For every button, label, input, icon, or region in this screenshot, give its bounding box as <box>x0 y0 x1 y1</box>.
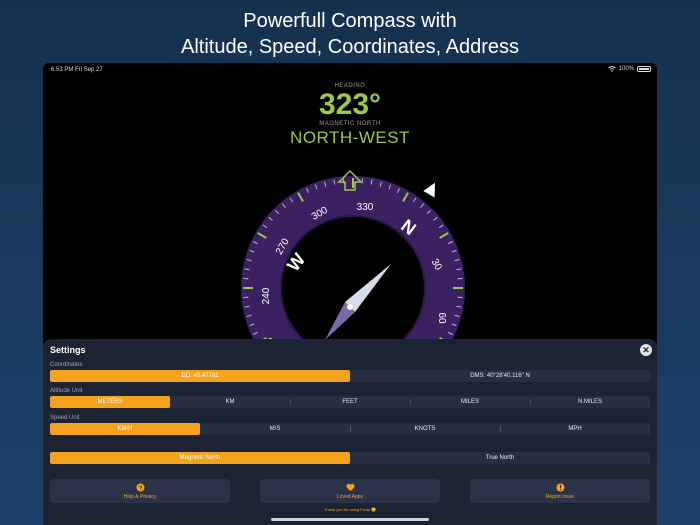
heading-value: 323° <box>318 88 382 121</box>
compass-pivot <box>347 304 353 310</box>
coordinates-option-dms[interactable]: DMS: 40°28'40.116" N <box>350 370 650 382</box>
speed-option-mph[interactable]: MPH <box>500 423 650 435</box>
question-circle-icon: ? <box>135 482 145 491</box>
north-option-true[interactable]: True North <box>350 452 650 464</box>
coordinates-segmented: DD: 40.47781 DMS: 40°28'40.116" N <box>50 370 650 382</box>
speed-option-knots[interactable]: KNOTS <box>350 423 500 435</box>
heading-display: HEADING 323° MAGNETIC NORTH NORTH-WEST <box>43 83 657 149</box>
close-icon: ✕ <box>642 345 650 355</box>
coordinates-option-dd[interactable]: DD: 40.47781 <box>50 370 350 382</box>
settings-sheet: Settings ✕ Coordinates DD: 40.47781 DMS:… <box>43 339 657 525</box>
headline-line-2: Altitude, Speed, Coordinates, Address <box>181 36 519 58</box>
north-marker-icon <box>423 182 435 198</box>
heart-icon <box>345 483 355 491</box>
home-indicator <box>271 518 429 521</box>
svg-text:?: ? <box>138 485 142 491</box>
promo-headline: Powerfull Compass with Altitude, Speed, … <box>0 8 700 60</box>
degree-label-330: 330 <box>357 202 374 213</box>
battery-percent: 100% <box>618 66 634 72</box>
status-bar: 6:53 PM Fri Sep 27 100% <box>43 63 657 77</box>
alert-circle-icon <box>555 482 565 492</box>
loved-apps-label: Loved Apps <box>336 493 364 500</box>
battery-icon <box>637 66 651 72</box>
altitude-option-km[interactable]: KM <box>170 396 290 408</box>
report-issue-button[interactable]: Report Issue <box>470 479 650 503</box>
loved-apps-button[interactable]: Loved Apps <box>260 479 440 503</box>
speed-option-kmh[interactable]: KM/H <box>50 423 200 435</box>
heading-direction: NORTH-WEST <box>290 128 410 147</box>
north-reference-segmented: Magnetic North True North <box>50 452 650 464</box>
coordinates-label: Coordinates <box>50 362 83 368</box>
help-privacy-button[interactable]: ? Help & Privacy <box>50 479 230 503</box>
speed-unit-label: Speed Unit <box>50 415 80 421</box>
action-buttons: ? Help & Privacy Loved Apps Report Issue <box>50 479 650 503</box>
close-button[interactable]: ✕ <box>640 344 652 356</box>
altitude-option-feet[interactable]: FEET <box>290 396 410 408</box>
speed-option-ms[interactable]: M/S <box>200 423 350 435</box>
status-time: 6:53 PM Fri Sep 27 <box>51 67 103 73</box>
footer-note: Thank you for using Finds 😊 <box>323 507 377 512</box>
heading-arrow-icon <box>337 169 363 191</box>
degree-label-60: 60 <box>436 312 447 324</box>
degree-label-240: 240 <box>261 287 272 304</box>
altitude-option-nmiles[interactable]: N.MILES <box>530 396 650 408</box>
altitude-option-meters[interactable]: METERS <box>50 396 170 408</box>
headline-line-1: Powerfull Compass with <box>243 10 457 32</box>
altitude-unit-segmented: METERS KM FEET MILES N.MILES <box>50 396 650 408</box>
north-option-magnetic[interactable]: Magnetic North <box>50 452 350 464</box>
device-screen: 6:53 PM Fri Sep 27 100% HEADING 323° MAG… <box>43 63 657 525</box>
wifi-icon <box>607 66 616 72</box>
altitude-option-miles[interactable]: MILES <box>410 396 530 408</box>
help-privacy-label: Help & Privacy <box>123 493 157 500</box>
speed-unit-segmented: KM/H M/S KNOTS MPH <box>50 423 650 435</box>
report-issue-label: Report Issue <box>545 493 575 500</box>
settings-title: Settings <box>50 345 86 355</box>
altitude-unit-label: Altitude Unit <box>50 388 83 394</box>
